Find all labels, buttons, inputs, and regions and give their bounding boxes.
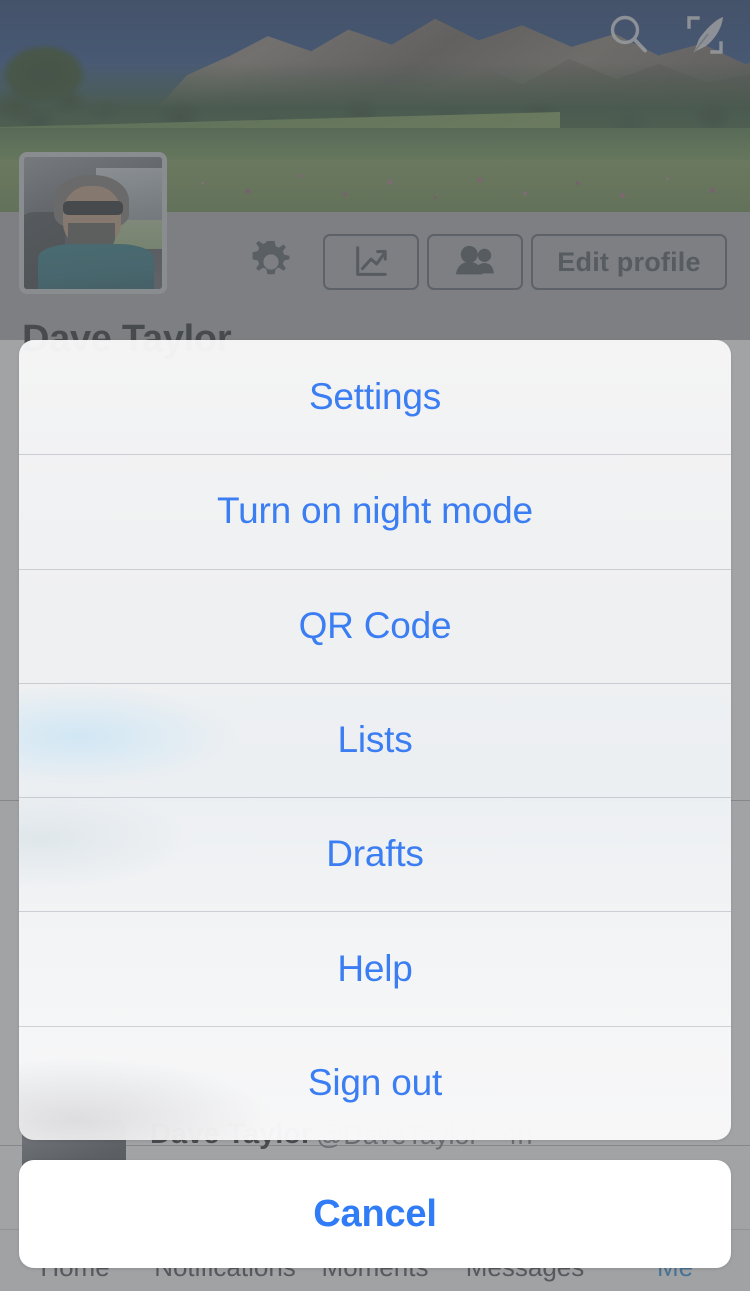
action-sheet-item-sign-out[interactable]: Sign out <box>19 1025 731 1140</box>
action-sheet-item-lists[interactable]: Lists <box>19 682 731 797</box>
cancel-label: Cancel <box>313 1192 437 1235</box>
action-sheet-item-qr-code[interactable]: QR Code <box>19 568 731 683</box>
screen: Edit profile Dave Taylor Dave Taylor @Da… <box>0 0 750 1291</box>
action-sheet-item-night-mode[interactable]: Turn on night mode <box>19 454 731 568</box>
cancel-button[interactable]: Cancel <box>19 1160 731 1268</box>
action-sheet-item-settings[interactable]: Settings <box>19 340 731 454</box>
action-sheet-item-help[interactable]: Help <box>19 911 731 1025</box>
action-sheet: Settings Turn on night mode QR Code List… <box>19 340 731 1140</box>
action-sheet-item-drafts[interactable]: Drafts <box>19 797 731 911</box>
